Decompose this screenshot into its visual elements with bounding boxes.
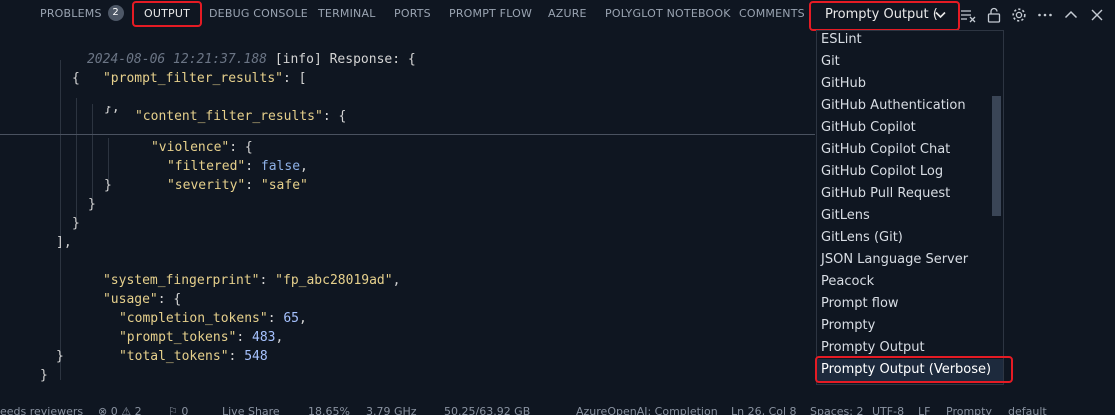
status-bar-item[interactable]: default	[1008, 403, 1047, 415]
problems-count-badge: 2	[107, 5, 124, 21]
tab-problems[interactable]: PROBLEMS 2	[40, 0, 124, 28]
log-line: {	[72, 71, 80, 86]
gear-icon[interactable]	[1009, 5, 1029, 25]
log-message: Response: {	[321, 52, 416, 67]
log-line: }	[104, 178, 112, 193]
close-icon[interactable]	[1087, 5, 1107, 25]
log-line: }	[56, 349, 64, 364]
tab-prompt-flow[interactable]: PROMPT FLOW	[449, 0, 532, 28]
log-line: "completion_tokens": 65,	[118, 311, 307, 326]
log-line: "severity": "safe"	[166, 178, 308, 193]
json-key: "prompt_filter_results"	[102, 71, 283, 86]
tab-comments[interactable]: COMMENTS	[739, 0, 805, 28]
log-line: "violence": {	[150, 140, 253, 155]
log-line: }	[88, 197, 96, 212]
lock-icon[interactable]	[984, 5, 1004, 25]
log-line: "prompt_filter_results": [	[102, 71, 307, 86]
status-bar-item[interactable]: ⊗ 0 ⚠ 2	[98, 403, 142, 415]
json-value: "safe"	[260, 178, 308, 193]
log-line: "filtered": false,	[166, 159, 308, 174]
dropdown-option[interactable]: GitLens (Git)	[817, 227, 1003, 249]
tab-label: COMMENTS	[739, 7, 805, 20]
status-bar-item[interactable]: 3.79 GHz	[366, 403, 417, 415]
tab-label: DEBUG CONSOLE	[209, 7, 308, 20]
status-bar-item[interactable]: 50.25/63.92 GB	[444, 403, 530, 415]
tab-label: PORTS	[394, 7, 431, 20]
status-bar-item[interactable]: ⚐ 0	[168, 403, 188, 415]
output-panel: PROBLEMS 2 OUTPUT DEBUG CONSOLE TERMINAL …	[0, 0, 1115, 415]
output-select-highlight	[809, 1, 960, 31]
panel-tab-bar: PROBLEMS 2 OUTPUT DEBUG CONSOLE TERMINAL …	[0, 0, 1115, 31]
log-line: "content_filter_results": {	[134, 109, 347, 124]
log-line: "total_tokens": 548	[118, 349, 268, 364]
log-line: "prompt_tokens": 483,	[118, 330, 284, 345]
status-bar-item[interactable]: AzureOpenAI: Completion	[576, 403, 718, 415]
dropdown-option[interactable]: GitHub Authentication	[817, 95, 1003, 117]
more-icon[interactable]	[1035, 5, 1055, 25]
tab-label: PROMPT FLOW	[449, 7, 533, 20]
dropdown-option[interactable]: JSON Language Server	[817, 249, 1003, 271]
log-line: "system_fingerprint": "fp_abc28019ad",	[102, 273, 401, 288]
status-bar-item[interactable]: Live Share	[222, 403, 280, 415]
dropdown-option[interactable]: GitLens	[817, 205, 1003, 227]
output-tab-highlight	[132, 1, 202, 27]
status-bar-item[interactable]: Spaces: 2	[810, 403, 863, 415]
tab-terminal[interactable]: TERMINAL	[318, 0, 376, 28]
log-line: "usage": {	[102, 292, 182, 307]
json-key: "total_tokens"	[118, 349, 229, 364]
status-bar-item[interactable]: UTF-8	[872, 403, 904, 415]
dropdown-option[interactable]: GitHub	[817, 73, 1003, 95]
status-bar-item[interactable]: Ln 26, Col 8	[731, 403, 797, 415]
tab-ports[interactable]: PORTS	[394, 0, 431, 28]
clear-output-icon[interactable]	[958, 5, 978, 25]
dropdown-option[interactable]: Git	[817, 51, 1003, 73]
tab-polyglot-notebook[interactable]: POLYGLOT NOTEBOOK	[605, 0, 731, 28]
dropdown-option[interactable]: GitHub Copilot Chat	[817, 139, 1003, 161]
log-line: }	[40, 368, 48, 383]
dropdown-option[interactable]: GitHub Copilot	[817, 117, 1003, 139]
status-bar-item[interactable]: LF	[918, 403, 930, 415]
indent-guide	[76, 98, 77, 218]
json-key: "severity"	[166, 178, 246, 193]
json-value: 548	[244, 349, 268, 364]
json-value: 65	[283, 311, 299, 326]
dropdown-option[interactable]: GitHub Pull Request	[817, 183, 1003, 205]
log-line: ],	[56, 235, 72, 250]
status-bar-item[interactable]: 18.65%	[308, 403, 350, 415]
status-bar-item[interactable]: eeds reviewers	[0, 403, 83, 415]
log-line: 2024-08-06 12:21:37.188 [info] Response:…	[40, 31, 416, 67]
tab-label: PROBLEMS	[40, 7, 102, 20]
status-bar-item[interactable]: Prompty	[946, 403, 992, 415]
chevron-up-icon[interactable]	[1061, 5, 1081, 25]
tab-label: TERMINAL	[318, 7, 376, 20]
dropdown-option[interactable]: Peacock	[817, 271, 1003, 293]
tab-label: AZURE	[548, 7, 587, 20]
json-value: "fp_abc28019ad"	[275, 273, 393, 288]
status-bar: eeds reviewers ⊗ 0 ⚠ 2 ⚐ 0 Live Share 18.65%…	[0, 403, 1115, 415]
tab-debug-console[interactable]: DEBUG CONSOLE	[209, 0, 308, 28]
log-line: },	[104, 106, 120, 115]
tab-label: POLYGLOT NOTEBOOK	[605, 7, 731, 20]
verbose-item-highlight	[815, 356, 1013, 383]
dropdown-scrollbar[interactable]	[992, 96, 1001, 216]
dropdown-option[interactable]: Prompty	[817, 315, 1003, 337]
tab-azure[interactable]: AZURE	[548, 0, 587, 28]
dropdown-option[interactable]: ESLint	[817, 31, 1003, 51]
dropdown-option[interactable]: Prompt flow	[817, 293, 1003, 315]
output-channel-dropdown[interactable]: ESLint Git GitHub GitHub Authentication GitH…	[816, 30, 1004, 385]
log-line: }	[72, 216, 80, 231]
dropdown-option[interactable]: GitHub Copilot Log	[817, 161, 1003, 183]
indent-guide	[60, 60, 61, 380]
